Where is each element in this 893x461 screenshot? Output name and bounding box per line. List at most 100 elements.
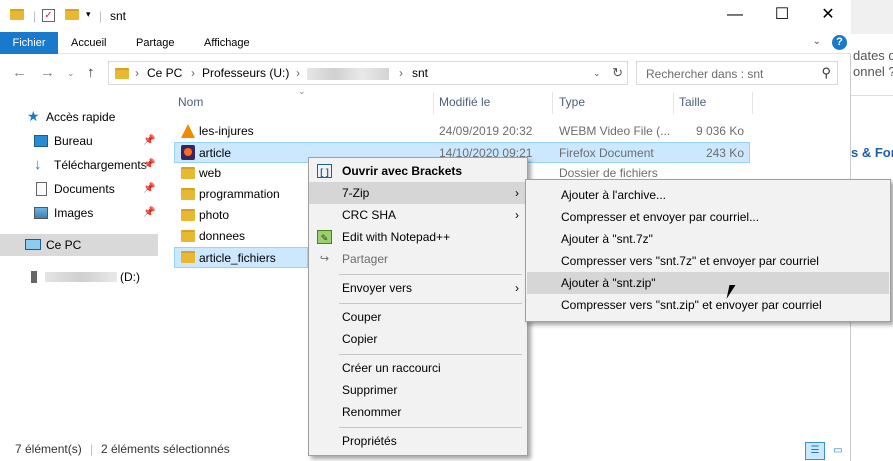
submenu-item-add-archive[interactable]: Ajouter à l'archive... xyxy=(527,184,889,206)
menu-item-label: Ajouter à "snt.7z" xyxy=(561,232,653,246)
address-dropdown-chevron-icon[interactable]: ⌄ xyxy=(593,68,601,79)
brackets-icon: [ ] xyxy=(317,164,332,178)
divider: | xyxy=(99,9,103,23)
submenu-item-zip-email[interactable]: Compresser vers "snt.zip" et envoyer par… xyxy=(527,294,889,316)
file-row[interactable]: les-injures 24/09/2019 20:32 WEBM Video … xyxy=(174,121,750,142)
close-icon[interactable]: ✕ xyxy=(805,0,851,32)
chevron-right-icon: › xyxy=(515,281,519,295)
submenu-item-7z-email[interactable]: Compresser vers "snt.7z" et envoyer par … xyxy=(527,250,889,272)
chevron-right-icon: › xyxy=(515,186,519,200)
menu-item-create-shortcut[interactable]: Créer un raccourci xyxy=(309,357,527,379)
menu-item-crc-sha[interactable]: CRC SHA › xyxy=(309,204,527,226)
column-header-date[interactable]: Modifié le xyxy=(439,88,490,114)
menu-item-open-brackets[interactable]: [ ] Ouvrir avec Brackets xyxy=(309,160,527,182)
address-bar[interactable]: › Ce PC › Professeurs (U:) › › snt ⌄ ↻ xyxy=(108,61,628,85)
notepad-plus-icon: ✎ xyxy=(317,230,332,244)
usb-drive-icon xyxy=(31,271,37,283)
sidebar-item-documents[interactable]: Documents 📌 xyxy=(0,178,158,200)
menu-item-delete[interactable]: Supprimer xyxy=(309,379,527,401)
menu-item-share[interactable]: ↪ Partager xyxy=(309,248,527,270)
sidebar-item-label: Documents xyxy=(54,182,115,196)
file-type: Firefox Document xyxy=(559,146,654,160)
file-row[interactable]: article_fichiers xyxy=(174,247,308,268)
tab-view[interactable]: Affichage xyxy=(204,32,250,54)
column-divider[interactable] xyxy=(552,92,553,114)
file-name: article_fichiers xyxy=(199,251,276,265)
tab-home[interactable]: Accueil xyxy=(71,32,106,54)
menu-item-label: Edit with Notepad++ xyxy=(342,230,451,244)
column-divider[interactable] xyxy=(433,92,434,114)
column-divider[interactable] xyxy=(752,92,753,114)
menu-item-label: Partager xyxy=(342,252,389,266)
sidebar-item-drive-d[interactable]: (D:) xyxy=(0,266,158,288)
menu-item-label: Propriétés xyxy=(342,434,397,448)
breadcrumb-separator: › xyxy=(135,66,139,80)
help-icon[interactable]: ? xyxy=(832,35,847,50)
menu-item-7zip[interactable]: 7-Zip › xyxy=(309,182,527,204)
sidebar-item-label: Images xyxy=(54,206,94,220)
column-header-name[interactable]: Nom xyxy=(178,88,203,114)
sidebar-item-quick-access[interactable]: ★ Accès rapide xyxy=(0,106,158,128)
menu-item-label: Copier xyxy=(342,332,378,346)
refresh-icon[interactable]: ↻ xyxy=(612,65,623,81)
large-icons-view-icon[interactable]: ▭ xyxy=(828,442,848,460)
title-bar: | ✓ ▾ | snt — ☐ ✕ xyxy=(0,0,851,32)
firefox-icon xyxy=(181,145,195,160)
file-name: article xyxy=(199,146,232,160)
up-arrow-icon[interactable]: ↑ xyxy=(87,64,95,81)
divider: | xyxy=(90,442,94,456)
menu-item-copy[interactable]: Copier xyxy=(309,328,527,350)
submenu-item-add-zip[interactable]: Ajouter à "snt.zip" xyxy=(527,272,889,294)
details-view-icon[interactable]: ☰ xyxy=(805,442,825,460)
menu-item-send-to[interactable]: Envoyer vers › xyxy=(309,277,527,299)
submenu-item-add-7z[interactable]: Ajouter à "snt.7z" xyxy=(527,228,889,250)
pin-icon: 📌 xyxy=(143,135,156,146)
column-header-type[interactable]: Type xyxy=(559,88,585,114)
maximize-icon[interactable]: ☐ xyxy=(759,0,805,32)
recent-locations-chevron-icon[interactable]: ⌄ xyxy=(67,68,75,79)
menu-item-label: Compresser vers "snt.zip" et envoyer par… xyxy=(561,298,822,312)
folder-icon xyxy=(181,251,195,263)
tab-file[interactable]: Fichier xyxy=(0,32,58,54)
back-arrow-icon[interactable]: ← xyxy=(12,64,27,81)
sidebar-item-this-pc[interactable]: Ce PC xyxy=(0,234,158,256)
forward-arrow-icon[interactable]: → xyxy=(40,64,55,81)
item-count: 7 élément(s) xyxy=(15,442,82,456)
menu-item-label: Créer un raccourci xyxy=(342,361,441,375)
breadcrumb-drive[interactable]: Professeurs (U:) xyxy=(202,66,289,80)
search-placeholder: Rechercher dans : snt xyxy=(646,67,764,81)
menu-item-notepad[interactable]: ✎ Edit with Notepad++ xyxy=(309,226,527,248)
file-size: 9 036 Ko xyxy=(695,124,744,138)
menu-item-cut[interactable]: Couper xyxy=(309,306,527,328)
background-link: s & For xyxy=(851,145,893,160)
search-icon[interactable]: ⚲ xyxy=(821,65,831,81)
breadcrumb-this-pc[interactable]: Ce PC xyxy=(147,66,182,80)
properties-quick-icon[interactable]: ✓ xyxy=(42,9,55,22)
sidebar-item-downloads[interactable]: ↓ Téléchargements 📌 xyxy=(0,154,158,176)
menu-separator xyxy=(339,354,522,355)
background-text: dates de xyxy=(853,48,893,63)
menu-item-rename[interactable]: Renommer xyxy=(309,401,527,423)
submenu-item-compress-email[interactable]: Compresser et envoyer par courriel... xyxy=(527,206,889,228)
menu-item-properties[interactable]: Propriétés xyxy=(309,430,527,452)
download-arrow-icon: ↓ xyxy=(34,156,42,173)
sidebar-item-pictures[interactable]: Images 📌 xyxy=(0,202,158,224)
expand-ribbon-chevron-icon[interactable]: ⌄ xyxy=(813,36,821,47)
context-menu: [ ] Ouvrir avec Brackets 7-Zip › CRC SHA… xyxy=(308,157,528,456)
sidebar-item-desktop[interactable]: Bureau 📌 xyxy=(0,130,158,152)
7zip-submenu: Ajouter à l'archive... Compresser et env… xyxy=(525,179,891,322)
column-divider[interactable] xyxy=(673,92,674,114)
search-box[interactable]: Rechercher dans : snt ⚲ xyxy=(636,61,838,85)
new-folder-quick-icon[interactable] xyxy=(65,9,79,20)
customize-toolbar-chevron-icon[interactable]: ▾ xyxy=(86,9,91,20)
breadcrumb-current[interactable]: snt xyxy=(412,66,428,80)
pin-icon: 📌 xyxy=(143,159,156,170)
folder-icon xyxy=(181,167,195,179)
minimize-icon[interactable]: — xyxy=(712,0,758,32)
column-header-size[interactable]: Taille xyxy=(679,88,706,114)
menu-item-label: Ouvrir avec Brackets xyxy=(342,164,463,178)
menu-item-label: Envoyer vers xyxy=(342,281,413,295)
tab-share[interactable]: Partage xyxy=(136,32,175,54)
menu-item-label: 7-Zip xyxy=(342,186,370,200)
document-icon xyxy=(36,182,47,196)
